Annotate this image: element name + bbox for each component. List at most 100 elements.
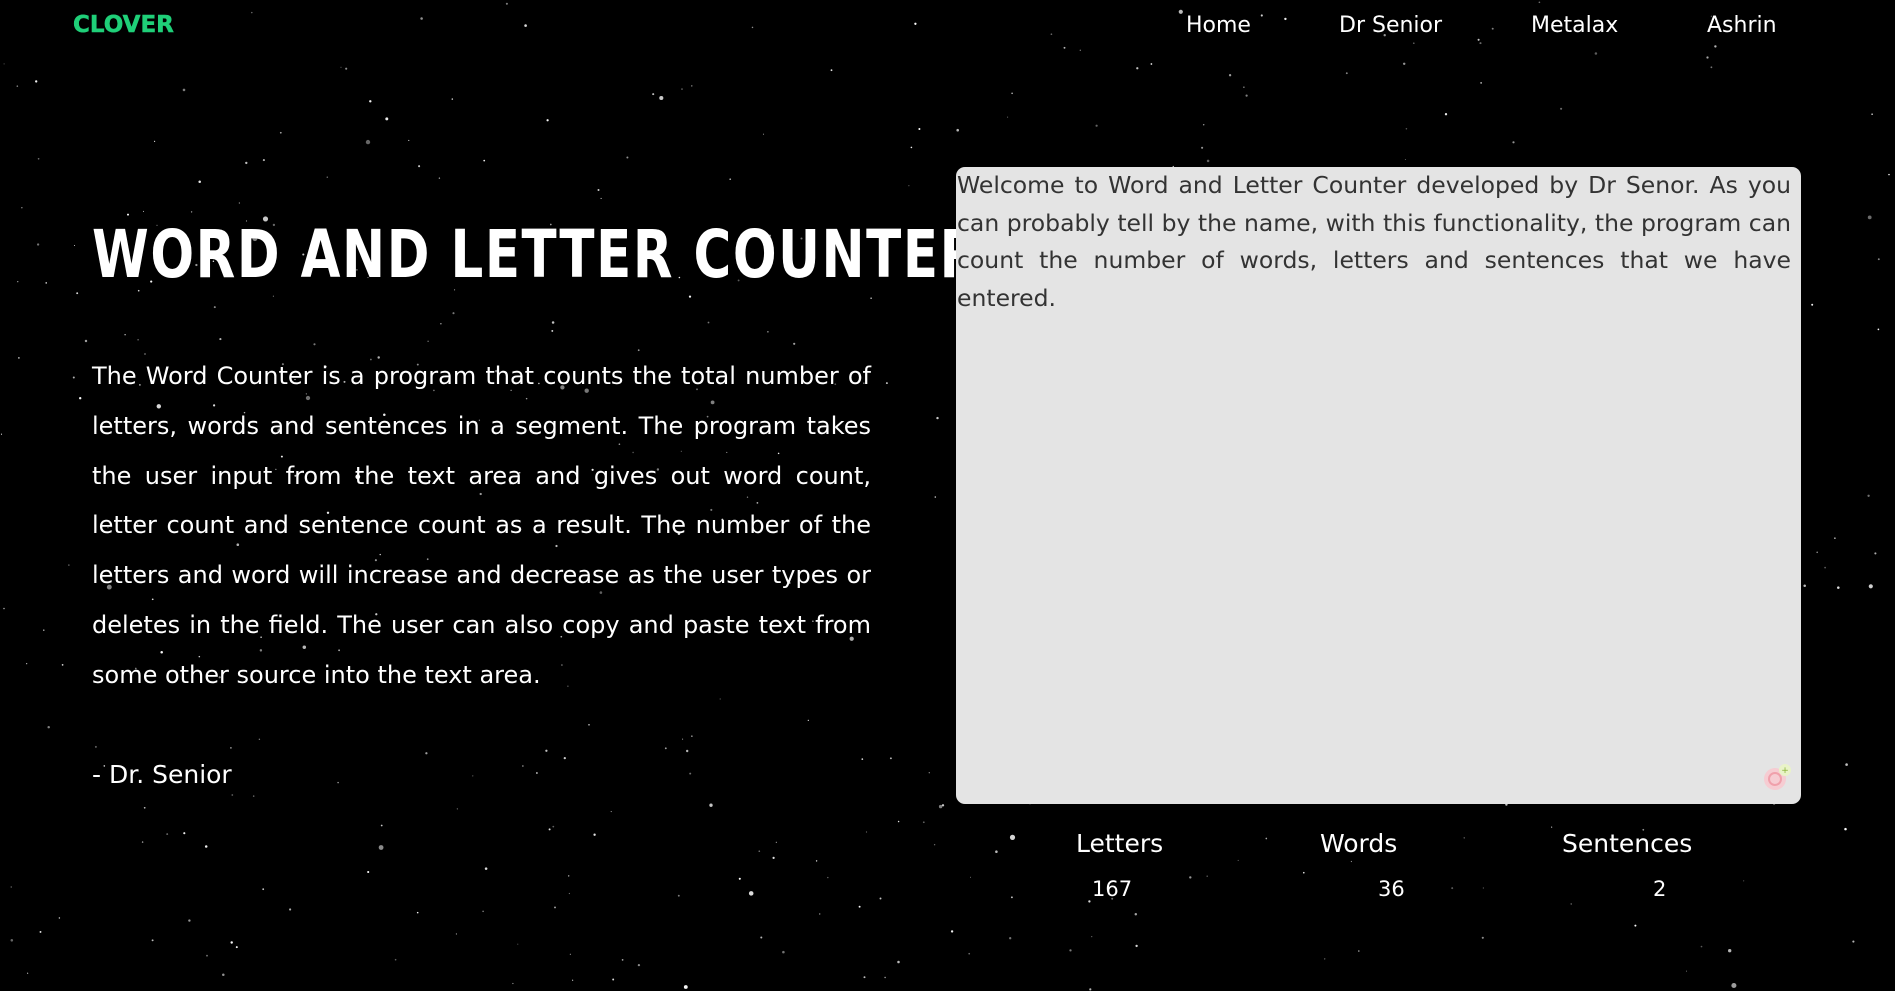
star [58, 917, 61, 919]
star [190, 211, 193, 213]
letters-count: 167 [1092, 877, 1133, 901]
star [1303, 871, 1305, 874]
star [1007, 116, 1009, 118]
sentences-count: 2 [1653, 877, 1667, 901]
star [1482, 887, 1485, 889]
star [326, 176, 329, 178]
star [830, 69, 833, 72]
star [1265, 837, 1268, 840]
star [1874, 552, 1877, 555]
star [0, 433, 3, 435]
star [1011, 92, 1013, 95]
nav-link-metalax[interactable]: Metalax [1531, 12, 1618, 40]
star [37, 157, 40, 160]
star [1594, 52, 1598, 55]
star [452, 312, 455, 315]
star [938, 804, 943, 809]
nav-link-home[interactable]: Home [1186, 12, 1251, 40]
star [1135, 944, 1138, 948]
star [1134, 912, 1138, 916]
star [1852, 940, 1855, 943]
star [3, 607, 5, 610]
star [1844, 827, 1847, 831]
star [1402, 62, 1406, 66]
star [884, 976, 886, 979]
star [588, 723, 590, 726]
nav-link-dr-senior[interactable]: Dr Senior [1339, 12, 1442, 40]
star [141, 841, 144, 843]
star [1284, 17, 1287, 21]
star [1824, 566, 1826, 569]
star [956, 128, 959, 132]
star [782, 950, 785, 954]
star [68, 564, 70, 566]
star [1871, 113, 1873, 115]
star [1260, 14, 1263, 17]
star [142, 210, 145, 212]
star [378, 845, 384, 850]
star [1570, 903, 1572, 905]
star [252, 795, 255, 797]
star [863, 976, 866, 979]
star [600, 197, 602, 199]
grammar-assistant-icon[interactable]: + [1762, 763, 1792, 793]
star [652, 93, 655, 96]
star [815, 860, 818, 862]
star [238, 202, 241, 204]
star [858, 905, 861, 908]
star [251, 11, 253, 14]
star [213, 306, 216, 309]
star [27, 972, 29, 974]
star [438, 177, 441, 179]
star [484, 867, 488, 870]
star [934, 496, 937, 498]
star [45, 282, 47, 284]
nav-link-ashrin[interactable]: Ashrin [1707, 12, 1777, 40]
star [567, 875, 570, 877]
star [482, 910, 484, 913]
star [563, 756, 566, 760]
star [154, 140, 156, 142]
star [166, 833, 169, 836]
star [10, 886, 12, 888]
star [637, 349, 640, 352]
star [245, 161, 248, 165]
star [3, 63, 5, 65]
star [10, 939, 14, 942]
star [691, 85, 693, 87]
star [1512, 141, 1515, 144]
star [1201, 146, 1204, 149]
star [968, 952, 971, 955]
star [885, 382, 888, 385]
star [1538, 1, 1541, 4]
star [1451, 887, 1454, 890]
star [610, 811, 612, 813]
star [1867, 494, 1870, 497]
star [1837, 586, 1840, 589]
star [258, 738, 261, 740]
text-input-area[interactable] [956, 167, 1801, 804]
star [204, 845, 208, 848]
star [908, 185, 910, 187]
star [751, 26, 754, 29]
star [262, 888, 265, 891]
star [505, 2, 508, 5]
star [517, 943, 519, 945]
star [1243, 86, 1245, 88]
star [230, 941, 233, 944]
star [969, 876, 972, 878]
star [1009, 937, 1012, 940]
star [664, 747, 667, 750]
star [1877, 328, 1880, 331]
star [1069, 949, 1072, 952]
star [546, 119, 549, 122]
star [440, 323, 442, 325]
star [183, 832, 186, 835]
logo[interactable]: CLOVER [73, 12, 174, 39]
star [222, 973, 225, 976]
page: CLOVER Home Dr Senior Metalax Ashrin WOR… [0, 0, 1895, 991]
description-text: The Word Counter is a program that count… [92, 362, 871, 689]
star [483, 159, 486, 162]
star [365, 139, 371, 145]
star [94, 745, 97, 748]
